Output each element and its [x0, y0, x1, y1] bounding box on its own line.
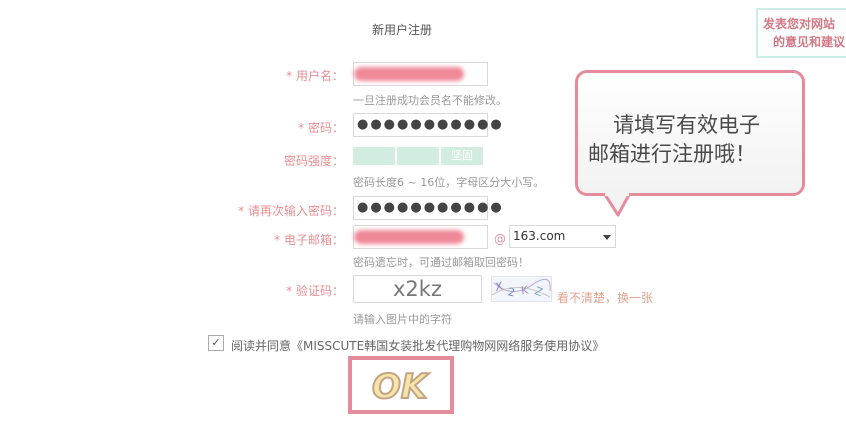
- password-field[interactable]: ●●●●●●●●●●●: [353, 113, 504, 137]
- submit-button[interactable]: OK: [348, 356, 454, 414]
- captcha-refresh-link[interactable]: 看不清楚，换一张: [557, 289, 653, 306]
- password-label: * 密码：: [298, 121, 344, 135]
- email-hint: 密码遗忘时，可通过邮箱取回密码！: [353, 256, 529, 269]
- email-label: * 电子邮箱：: [274, 233, 344, 247]
- username-hint: 一旦注册成功会员名不能修改。: [353, 94, 507, 107]
- captcha-hint: 请输入图片中的字符: [353, 313, 452, 326]
- captcha-graphic: X 2 K Z: [491, 278, 551, 299]
- chevron-down-icon: [603, 235, 611, 240]
- feedback-line-1: 发表您对网站: [763, 17, 836, 31]
- submit-label: OK: [372, 367, 430, 407]
- password-hint: 密码长度6 ~ 16位，字母区分大小写。: [353, 176, 545, 189]
- agreement-checkbox[interactable]: ✓: [208, 335, 224, 351]
- feedback-line-2: 的意见和建议: [773, 35, 846, 49]
- confirm-password-field[interactable]: ●●●●●●●●●●●: [353, 196, 504, 220]
- email-tooltip-bubble: 请填写有效电子 邮箱进行注册哦！: [575, 70, 805, 196]
- page-title: 新用户注册: [372, 23, 433, 37]
- svg-text:K: K: [520, 283, 530, 297]
- email-redacted: [354, 230, 464, 244]
- confirm-password-value: ●●●●●●●●●●●: [357, 200, 504, 215]
- email-domain-select[interactable]: 163.com: [509, 225, 616, 248]
- agreement-link[interactable]: 阅读并同意《MISSCUTE韩国女装批发代理购物网网络服务使用协议》: [231, 337, 604, 354]
- captcha-label: * 验证码：: [286, 284, 344, 298]
- svg-text:2: 2: [507, 285, 516, 299]
- svg-text:X: X: [493, 279, 505, 294]
- strength-level-strong: 坚固: [441, 147, 483, 165]
- confirm-password-label: * 请再次输入密码：: [238, 204, 344, 218]
- strength-label: 密码强度：: [283, 154, 344, 168]
- ok-graphic: OK: [371, 366, 431, 408]
- tooltip-tail: [602, 193, 632, 217]
- tooltip-line-1: 请填写有效电子: [613, 113, 760, 137]
- email-domain-value: 163.com: [513, 229, 566, 243]
- strength-level-medium: [397, 147, 439, 165]
- username-redacted: [354, 67, 464, 81]
- at-sign: @: [494, 232, 506, 246]
- strength-level-weak: [353, 147, 395, 165]
- tooltip-line-2: 邮箱进行注册哦！: [588, 142, 756, 166]
- username-label: * 用户名：: [286, 69, 344, 83]
- captcha-field[interactable]: x2kz: [353, 275, 482, 303]
- password-strength-meter: 坚固: [353, 147, 483, 165]
- captcha-image[interactable]: X 2 K Z: [491, 276, 552, 302]
- email-field[interactable]: [353, 225, 488, 249]
- feedback-link[interactable]: 发表您对网站 的意见和建议: [756, 8, 846, 58]
- svg-text:Z: Z: [533, 284, 545, 299]
- password-value: ●●●●●●●●●●●: [357, 117, 504, 132]
- username-field[interactable]: [353, 62, 488, 86]
